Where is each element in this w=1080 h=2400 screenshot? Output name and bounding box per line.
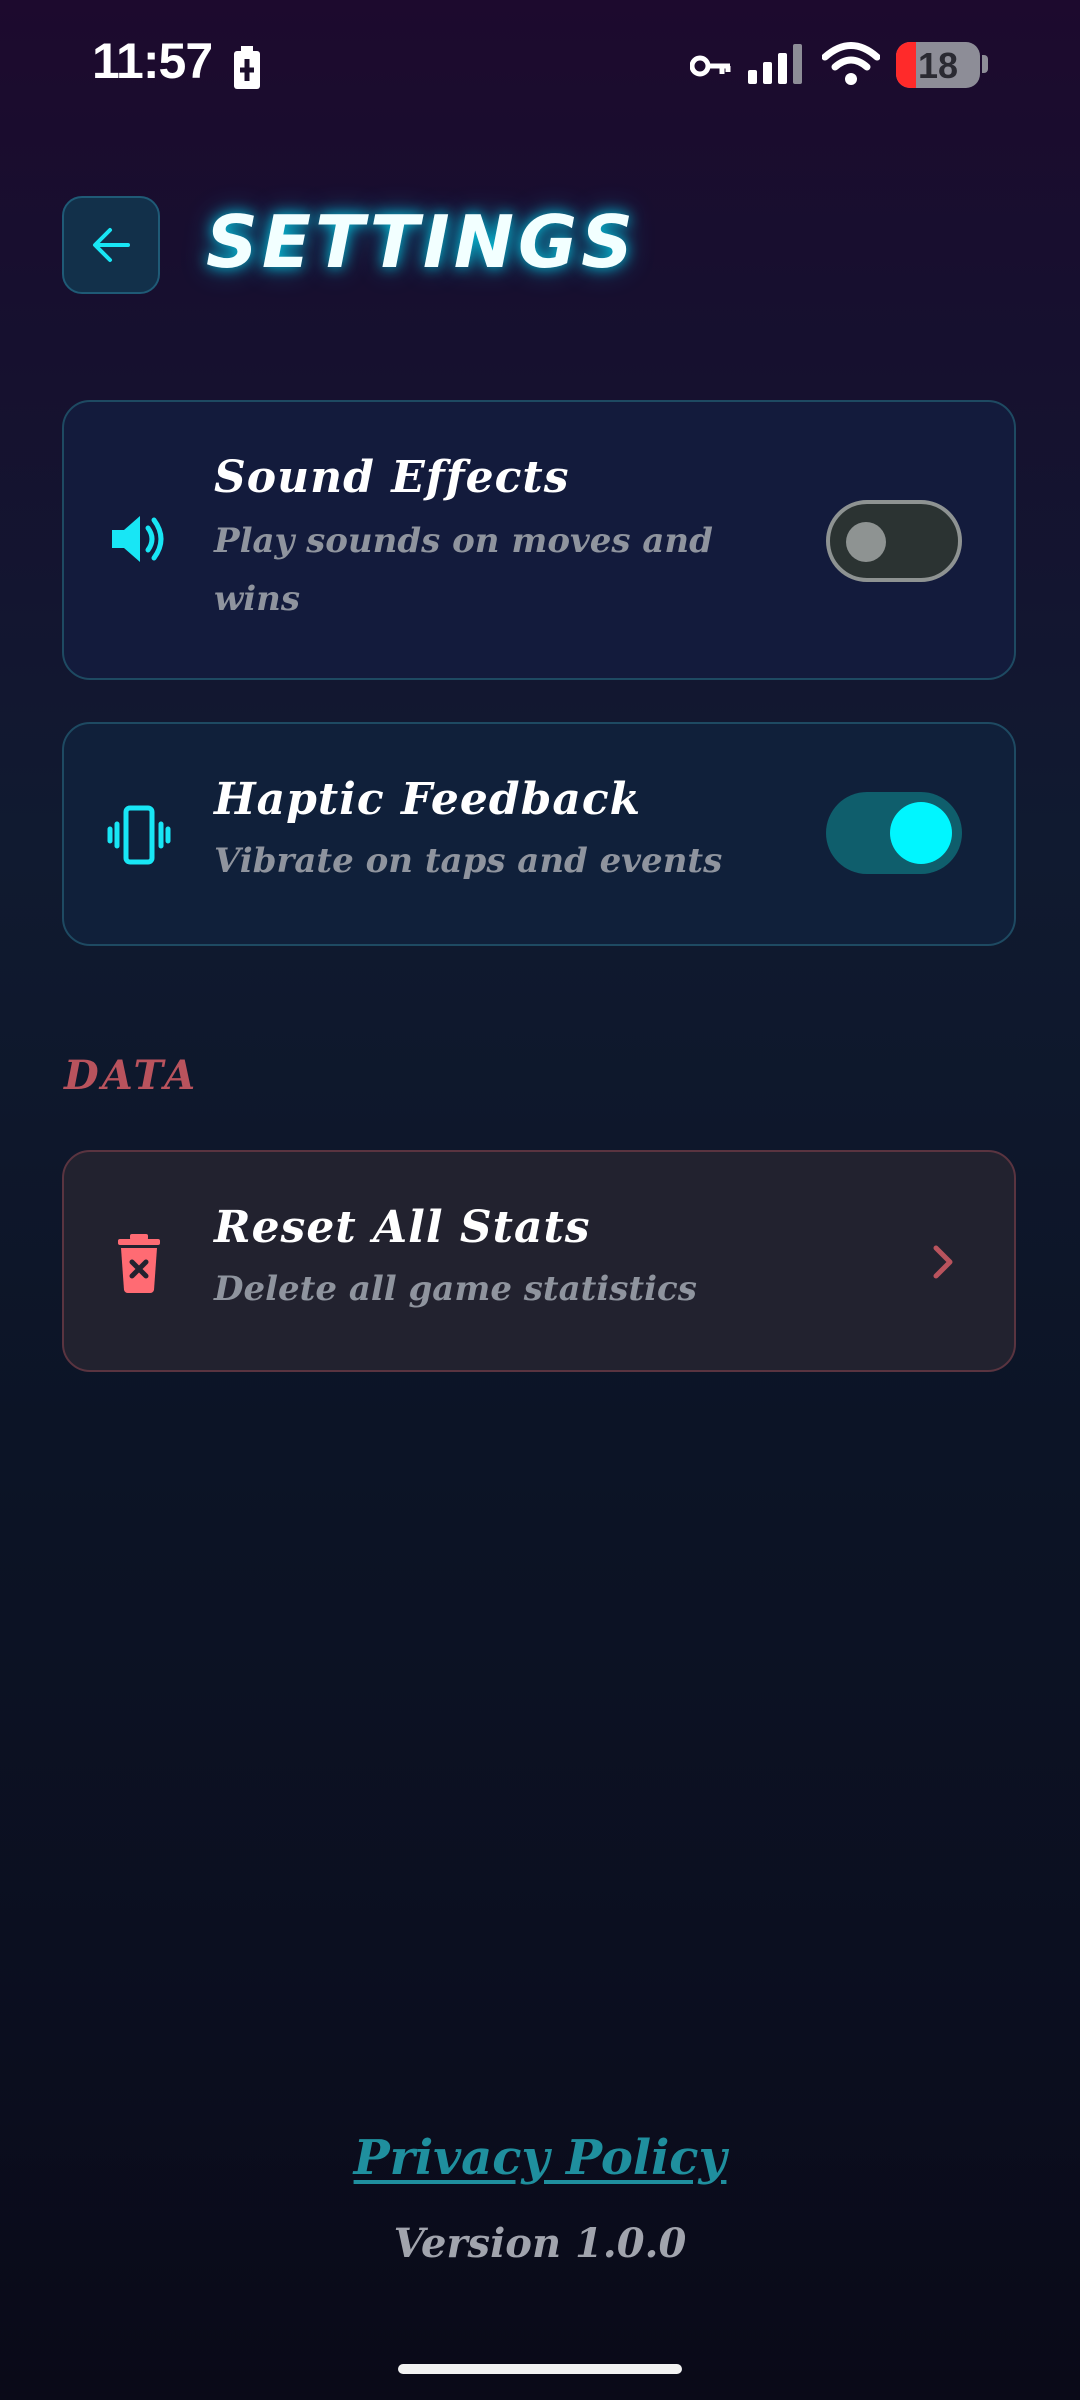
status-time: 11:57	[92, 33, 213, 89]
haptic-feedback-card: Haptic Feedback Vibrate on taps and even…	[62, 722, 1016, 946]
status-bar: 11:57 18	[0, 0, 1080, 130]
privacy-policy-link[interactable]: Privacy Policy	[0, 2130, 1080, 2186]
section-label-data: DATA	[64, 1052, 199, 1099]
battery-level-text: 18	[917, 45, 959, 86]
battery-nub	[982, 55, 988, 73]
reset-all-stats-button[interactable]: Reset All Stats Delete all game statisti…	[62, 1150, 1016, 1372]
home-indicator[interactable]	[398, 2364, 682, 2374]
arrow-left-icon	[93, 228, 130, 262]
reset-all-stats-description: Delete all game statistics	[214, 1269, 697, 1309]
sound-effects-description-line-1: Play sounds on moves and	[214, 521, 713, 561]
haptic-feedback-title: Haptic Feedback	[214, 774, 642, 825]
haptic-feedback-toggle[interactable]	[826, 792, 962, 874]
back-button[interactable]	[62, 196, 160, 294]
vibrate-icon	[107, 805, 171, 865]
sound-effects-description: Play sounds on moves and wins	[214, 512, 713, 628]
sound-effects-title: Sound Effects	[214, 452, 570, 503]
wifi-icon	[822, 42, 880, 85]
sound-effects-toggle[interactable]	[826, 500, 962, 582]
charging-icon	[234, 46, 260, 89]
toggle-knob	[890, 802, 952, 864]
trash-icon	[118, 1234, 160, 1293]
volume-icon	[112, 516, 164, 562]
battery-icon: 18	[896, 42, 980, 88]
sound-effects-card: Sound Effects Play sounds on moves and w…	[62, 400, 1016, 680]
haptic-feedback-description: Vibrate on taps and events	[214, 841, 723, 881]
chevron-right-icon	[933, 1245, 953, 1279]
key-icon	[690, 55, 731, 77]
reset-all-stats-title: Reset All Stats	[214, 1202, 591, 1253]
sound-effects-description-line-2: wins	[214, 579, 301, 619]
signal-icon	[748, 44, 802, 84]
toggle-knob	[846, 522, 886, 562]
version-text: Version 1.0.0	[393, 2220, 687, 2267]
page-title: SETTINGS	[206, 200, 637, 284]
